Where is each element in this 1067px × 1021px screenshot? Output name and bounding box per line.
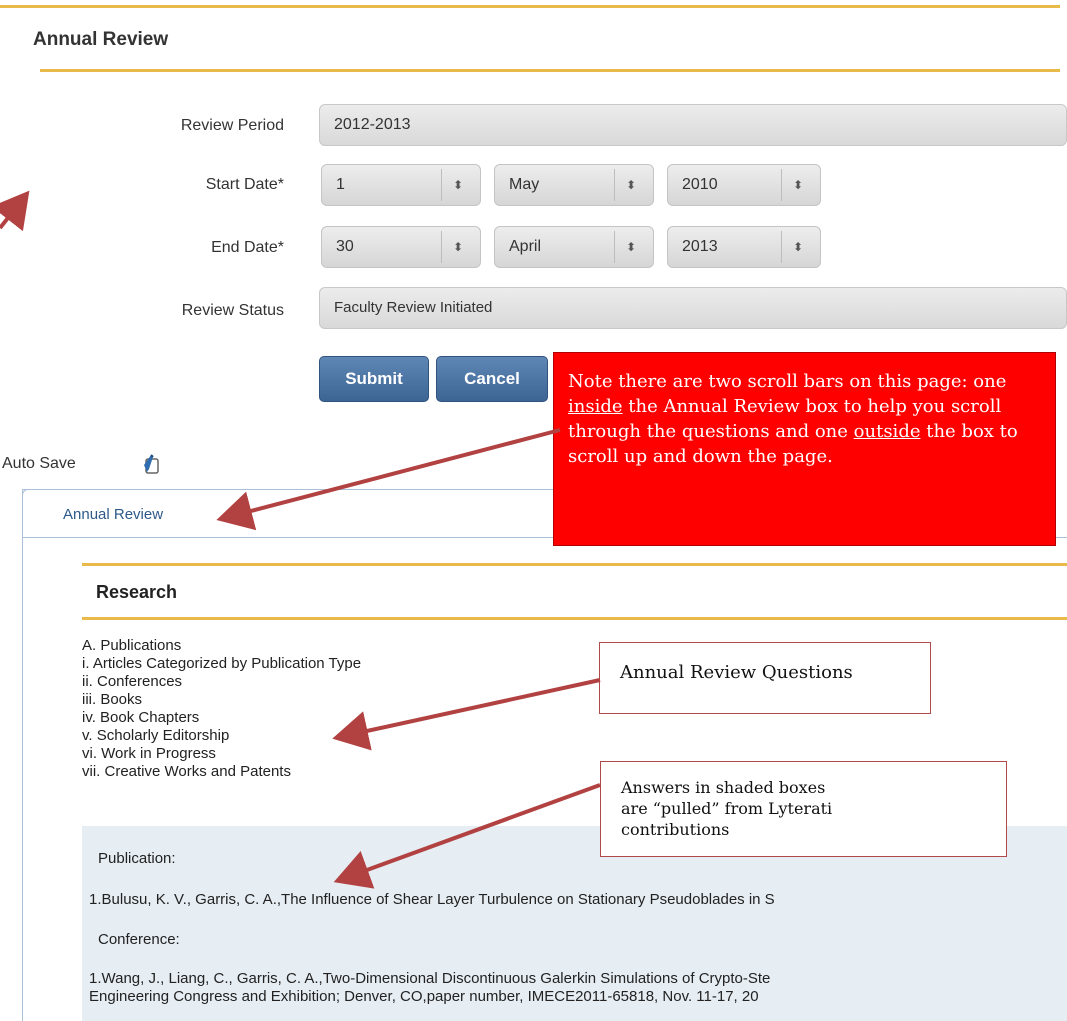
tab-arrow: [216, 428, 561, 531]
left-edge-arrow: [0, 190, 30, 232]
answers-arrow: [333, 783, 601, 889]
annotation-arrows: [0, 190, 601, 889]
questions-arrow: [332, 678, 601, 751]
